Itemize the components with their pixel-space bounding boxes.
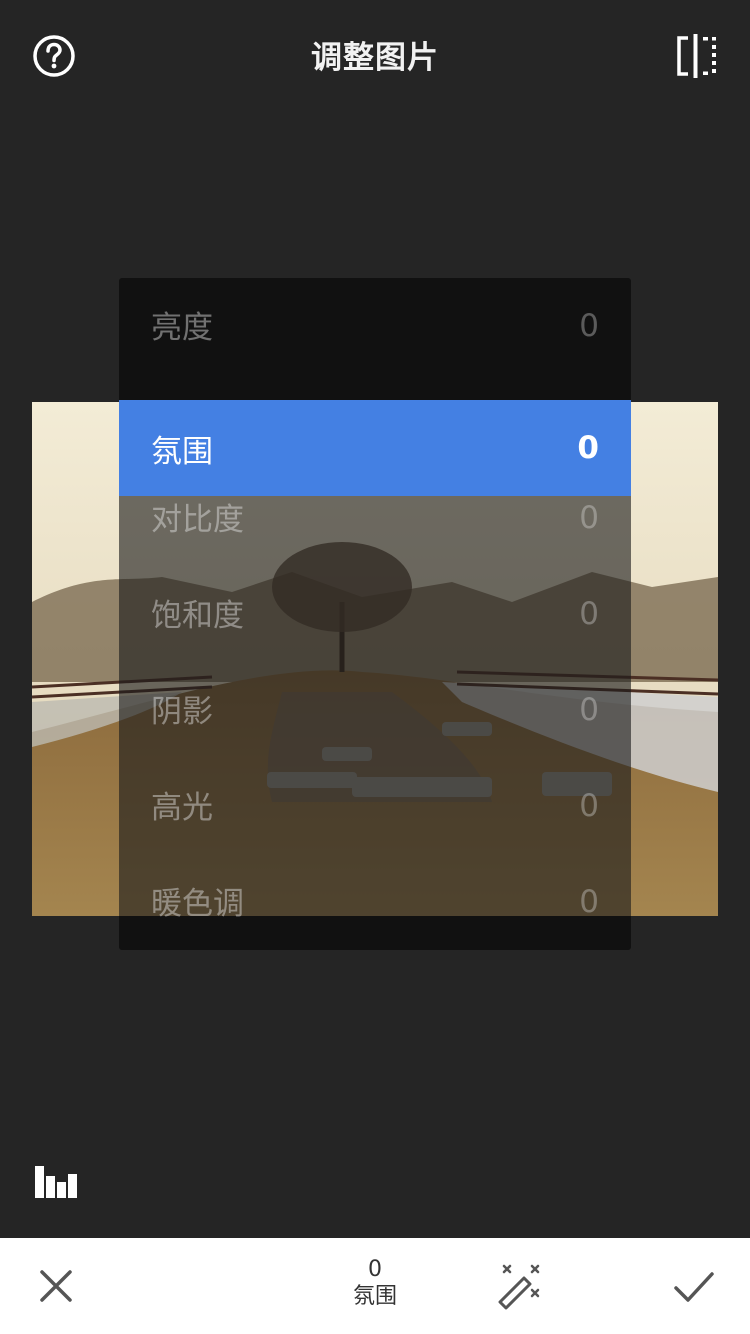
menu-item-label: 氛围: [151, 434, 213, 470]
menu-item-label: 暖色调: [151, 886, 244, 922]
menu-item-ambiance[interactable]: 氛围 0: [119, 400, 631, 496]
magic-wand-icon[interactable]: [494, 1262, 544, 1312]
menu-item-label: 高光: [151, 790, 213, 826]
menu-item-value: 0: [579, 884, 599, 920]
menu-item-warmth[interactable]: 暖色调 0: [119, 874, 631, 934]
menu-item-highlights[interactable]: 高光 0: [119, 778, 631, 838]
bottom-toolbar: 0 氛围: [0, 1238, 750, 1334]
menu-item-saturation[interactable]: 饱和度 0: [119, 586, 631, 646]
current-adjustment: 0 氛围: [325, 1258, 425, 1312]
menu-item-value: 0: [579, 308, 599, 344]
menu-item-value: 0: [579, 596, 599, 632]
menu-item-label: 对比度: [151, 502, 244, 538]
menu-item-label: 饱和度: [151, 598, 244, 634]
menu-item-shadows[interactable]: 阴影 0: [119, 682, 631, 742]
compare-split-icon[interactable]: [676, 34, 718, 78]
top-bar: 调整图片: [0, 0, 750, 112]
menu-item-label: 阴影: [151, 694, 213, 730]
menu-item-contrast[interactable]: 对比度 0: [119, 490, 631, 550]
histogram-icon[interactable]: [35, 1166, 77, 1198]
menu-item-value: 0: [579, 500, 599, 536]
current-adjustment-value: 0: [368, 1257, 382, 1282]
current-adjustment-name: 氛围: [352, 1284, 397, 1309]
adjust-menu: 亮度 0 氛围 0 对比度 0 饱和度 0 阴影 0 高光 0 暖色调 0: [119, 278, 631, 950]
page-title: 调整图片: [311, 40, 439, 76]
menu-item-value: 0: [579, 788, 599, 824]
menu-item-value: 0: [577, 430, 599, 466]
menu-item-label: 亮度: [151, 310, 213, 346]
close-icon[interactable]: [36, 1266, 76, 1306]
checkmark-icon[interactable]: [672, 1266, 716, 1306]
menu-item-value: 0: [579, 692, 599, 728]
menu-item-brightness[interactable]: 亮度 0: [119, 298, 631, 358]
